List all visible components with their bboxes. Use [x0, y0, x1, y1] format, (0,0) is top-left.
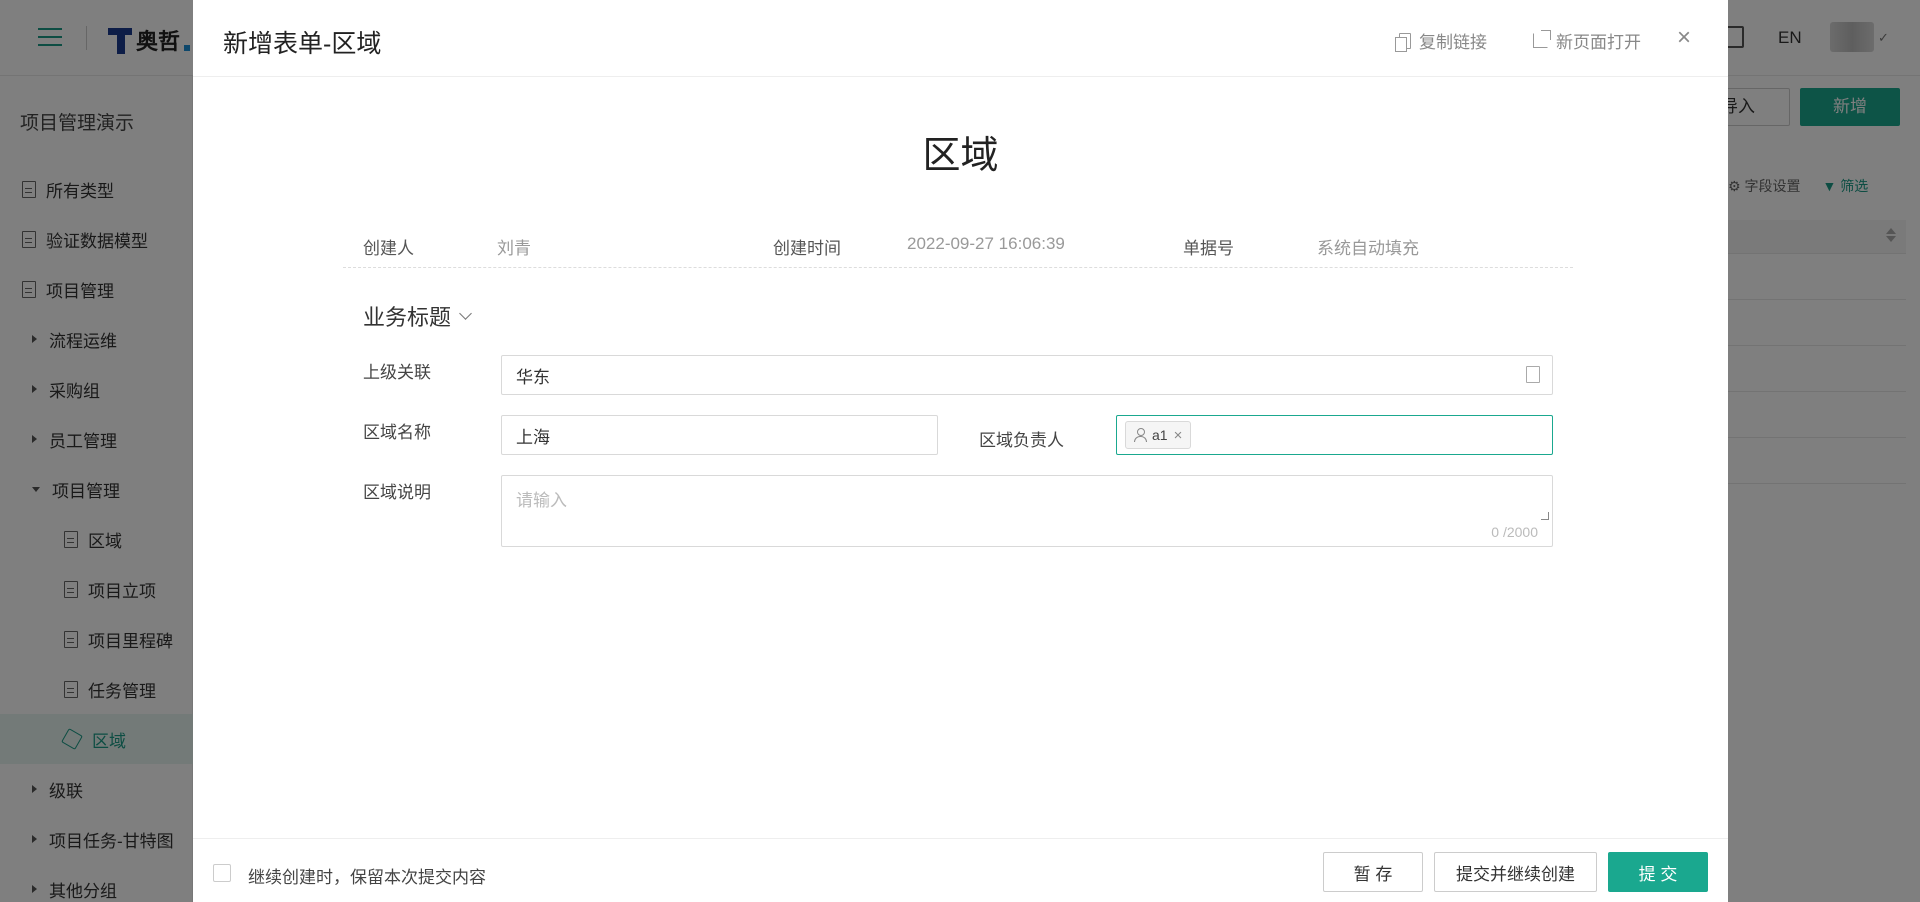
char-counter: 0 /2000: [1491, 524, 1538, 540]
remove-tag-icon[interactable]: ×: [1174, 427, 1183, 444]
parent-relation-value: 华东: [516, 367, 550, 387]
chevron-down-icon: [459, 306, 472, 320]
keep-content-checkbox[interactable]: [213, 864, 231, 882]
doc-number-value: 系统自动填充: [1317, 239, 1419, 258]
save-draft-button[interactable]: 暂 存: [1323, 852, 1423, 892]
document-icon[interactable]: [1526, 366, 1540, 383]
open-new-page-button[interactable]: 新页面打开: [1533, 28, 1641, 53]
form-meta: 创建人 刘青 创建时间 2022-09-27 16:06:39 单据号 系统自动…: [343, 228, 1573, 268]
parent-relation-label: 上级关联: [363, 363, 431, 382]
region-name-label: 区域名称: [363, 423, 431, 442]
region-owner-selector[interactable]: a1 ×: [1116, 415, 1553, 455]
resize-handle[interactable]: [1541, 512, 1549, 520]
user-icon: [1134, 428, 1147, 442]
region-owner-label: 区域负责人: [979, 431, 1064, 450]
user-tag: a1 ×: [1125, 421, 1192, 449]
modal-footer: 继续创建时，保留本次提交内容 暂 存 提交并继续创建 提 交: [193, 838, 1728, 902]
submit-button[interactable]: 提 交: [1608, 852, 1708, 892]
form-title: 区域: [922, 135, 999, 177]
user-tag-label: a1: [1152, 427, 1168, 443]
close-icon[interactable]: ×: [1677, 26, 1691, 50]
doc-number-label: 单据号: [1183, 239, 1234, 258]
region-name-value: 上海: [516, 427, 550, 447]
copy-link-label: 复制链接: [1419, 33, 1487, 52]
modal-title: 新增表单-区域: [223, 30, 382, 58]
keep-content-label: 继续创建时，保留本次提交内容: [248, 868, 486, 887]
created-time-label: 创建时间: [773, 239, 841, 258]
open-new-page-label: 新页面打开: [1556, 33, 1641, 52]
creator-label: 创建人: [363, 239, 414, 258]
section-header[interactable]: 业务标题: [363, 300, 472, 332]
submit-and-continue-button[interactable]: 提交并继续创建: [1434, 852, 1597, 892]
section-title: 业务标题: [363, 305, 452, 330]
copy-icon: [1395, 32, 1411, 52]
modal-header: 新增表单-区域 复制链接 新页面打开 ×: [193, 0, 1728, 77]
external-link-icon: [1533, 30, 1551, 48]
creator-value: 刘青: [497, 239, 531, 258]
description-placeholder: 请输入: [516, 491, 567, 510]
copy-link-button[interactable]: 复制链接: [1395, 28, 1487, 53]
created-time-value: 2022-09-27 16:06:39: [907, 234, 1065, 253]
parent-relation-field[interactable]: 华东: [501, 355, 1553, 395]
region-name-input[interactable]: 上海: [501, 415, 938, 455]
create-form-modal: 新增表单-区域 复制链接 新页面打开 × 区域 创建人 刘青 创建时间 2022…: [193, 0, 1728, 902]
region-description-textarea[interactable]: 请输入 0 /2000: [501, 475, 1553, 547]
region-description-label: 区域说明: [363, 483, 431, 502]
